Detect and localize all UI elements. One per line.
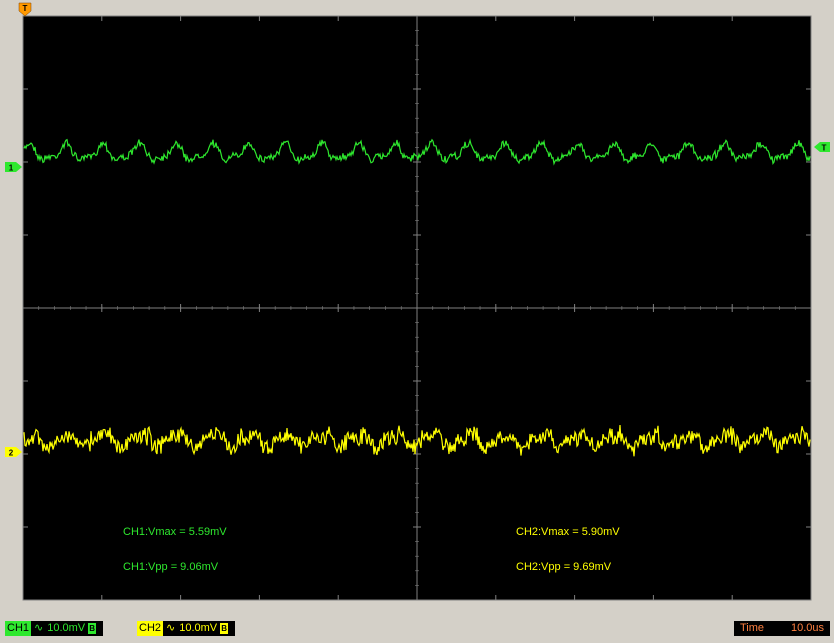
ch2-label: CH2 [137, 621, 164, 636]
ch1-scale: 10.0mV [47, 622, 86, 634]
ch2-vmax-readout: CH2:Vmax = 5.90mV [516, 526, 620, 538]
ch1-settings[interactable]: CH1 ∿ 10.0mV B [5, 621, 103, 636]
oscilloscope-window: T 1 2 T CH1:Vmax = 5.59mV CH1:Vpp = 9.06… [0, 0, 834, 614]
timebase-settings[interactable]: Time 10.0us [734, 621, 830, 636]
ch2-settings[interactable]: CH2 ∿ 10.0mV B [137, 621, 235, 636]
ch2-marker-label: 2 [9, 449, 14, 458]
ch2-scale: 10.0mV [179, 622, 218, 634]
ch1-vmax-readout: CH1:Vmax = 5.59mV [123, 526, 227, 538]
ch2-bandwidth-limit-icon: B [220, 623, 229, 634]
waveform-display: T 1 2 T [0, 0, 834, 614]
ch1-coupling-icon: ∿ [34, 622, 44, 634]
time-label: Time [740, 622, 765, 634]
trigger-level-label: T [822, 144, 827, 153]
ch1-bandwidth-limit-icon: B [88, 623, 97, 634]
trigger-position-label: T [23, 4, 28, 13]
ch1-label: CH1 [5, 621, 32, 636]
status-bar: CH1 ∿ 10.0mV B CH2 ∿ 10.0mV B Time 10.0u… [0, 614, 834, 643]
ch2-coupling-icon: ∿ [166, 622, 176, 634]
time-value: 10.0us [790, 622, 824, 634]
ch1-vpp-readout: CH1:Vpp = 9.06mV [123, 561, 219, 573]
ch2-vpp-readout: CH2:Vpp = 9.69mV [516, 561, 612, 573]
ch1-marker-label: 1 [9, 164, 14, 173]
